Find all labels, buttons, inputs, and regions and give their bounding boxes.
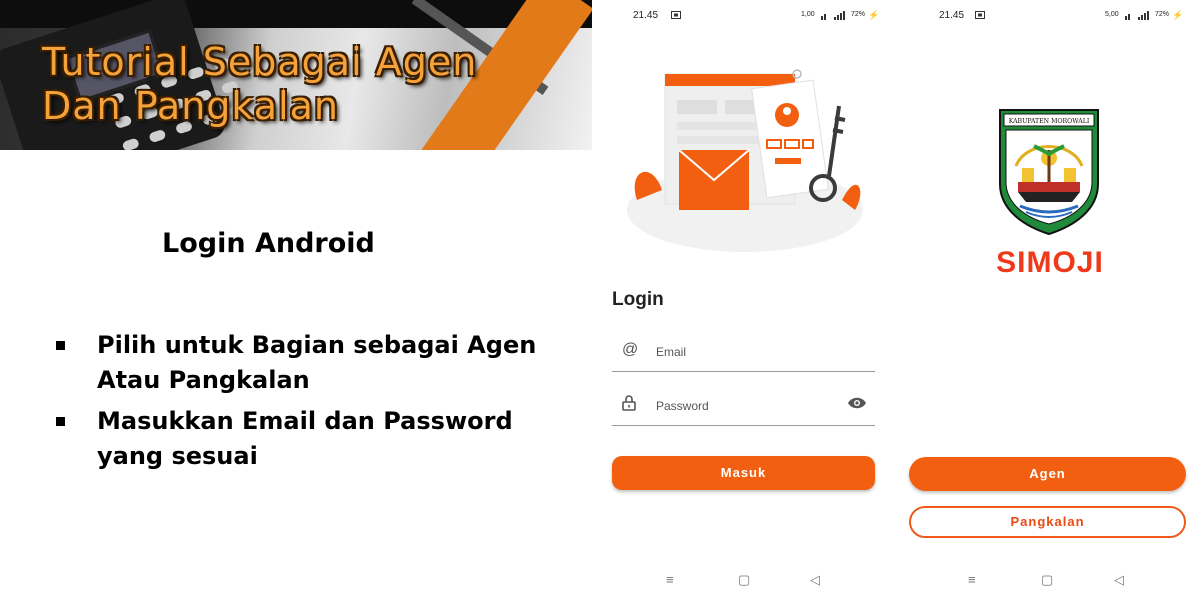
section-heading: Login Android [162, 228, 375, 259]
charging-icon: ⚡ [868, 10, 880, 20]
network-speed: 1,00 [801, 11, 815, 18]
login-title: Login [612, 289, 664, 310]
banner-title: Tutorial Sebagai Agen Dan Pangkalan [42, 40, 477, 128]
list-item: Masukkan Email dan Password yang sesuai [56, 404, 556, 474]
app-name: SIMOJI [996, 246, 1104, 279]
banner-title-line2: Dan Pangkalan [42, 84, 339, 128]
battery-level: 72% [851, 11, 866, 18]
status-time: 21.45 [633, 10, 659, 21]
home-icon[interactable]: ▢ [1041, 572, 1053, 588]
charging-icon: ⚡ [1172, 10, 1184, 20]
banner-title-line1: Tutorial Sebagai Agen [42, 40, 478, 84]
notification-icon [671, 11, 681, 22]
signal-icon [1125, 11, 1151, 23]
bullet-square-icon [56, 417, 65, 426]
instruction-list: Pilih untuk Bagian sebagai Agen Atau Pan… [56, 328, 556, 480]
menu-icon[interactable]: ≡ [666, 572, 674, 587]
password-field[interactable]: Password [612, 386, 875, 426]
status-time: 21.45 [939, 10, 965, 21]
network-speed: 5,00 [1105, 11, 1119, 18]
lock-icon [622, 395, 636, 416]
at-icon: @ [622, 341, 639, 358]
login-illustration [627, 69, 863, 252]
back-icon[interactable]: ◁ [810, 572, 820, 588]
email-placeholder: Email [656, 345, 687, 359]
kabupaten-morowali-emblem: KABUPATEN MOROWALI [999, 109, 1099, 236]
emblem-text: KABUPATEN MOROWALI [1009, 118, 1090, 125]
signal-icon [821, 11, 847, 23]
list-item-text: Pilih untuk Bagian sebagai Agen Atau Pan… [97, 331, 537, 394]
login-screen: 21.45 1,00 72% ⚡ Login @ Email Password … [597, 0, 893, 600]
android-nav-bar: ≡ ▢ ◁ [597, 572, 893, 592]
eye-icon[interactable] [847, 396, 867, 410]
list-item-text: Masukkan Email dan Password yang sesuai [97, 407, 513, 470]
back-icon[interactable]: ◁ [1114, 572, 1124, 588]
role-selection-screen: 21.45 5,00 72% ⚡ KABUPATEN MOROWALI SIMO… [900, 0, 1200, 600]
login-button[interactable]: Masuk [612, 456, 875, 490]
agen-button[interactable]: Agen [909, 457, 1186, 491]
notification-icon [975, 11, 985, 22]
menu-icon[interactable]: ≡ [968, 572, 976, 587]
bullet-square-icon [56, 341, 65, 350]
battery-level: 72% [1155, 11, 1170, 18]
list-item: Pilih untuk Bagian sebagai Agen Atau Pan… [56, 328, 556, 398]
pangkalan-button[interactable]: Pangkalan [909, 506, 1186, 538]
password-placeholder: Password [656, 399, 709, 413]
android-nav-bar: ≡ ▢ ◁ [900, 572, 1200, 592]
tutorial-banner: Tutorial Sebagai Agen Dan Pangkalan [0, 0, 592, 150]
home-icon[interactable]: ▢ [738, 572, 750, 588]
email-field[interactable]: @ Email [612, 332, 875, 372]
